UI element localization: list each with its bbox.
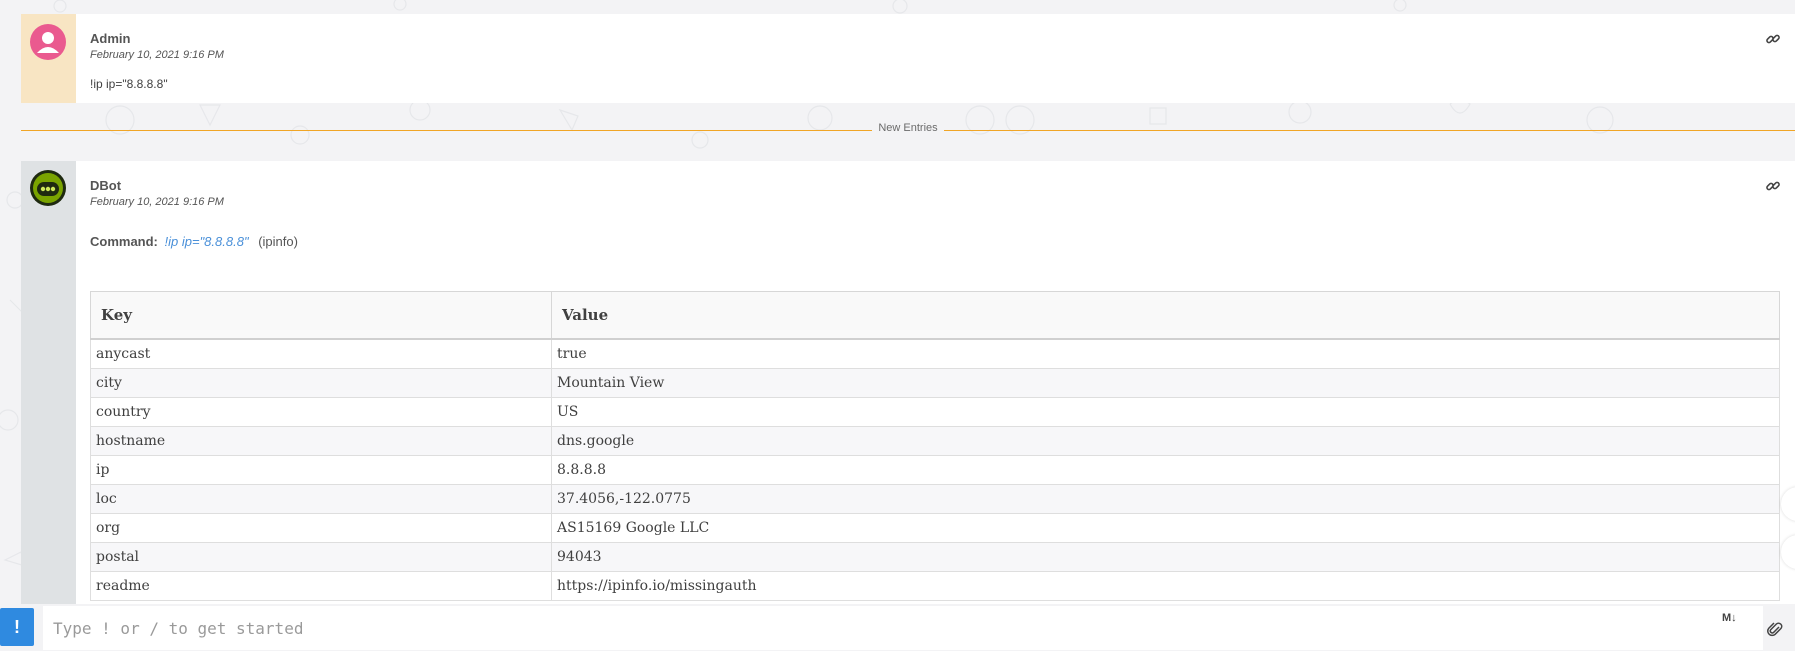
value-cell: AS15169 Google LLC (551, 513, 1780, 543)
column-header-key: Key (90, 291, 552, 340)
table-row: ip 8.8.8.8 (90, 455, 1780, 485)
command-input[interactable] (43, 606, 1763, 650)
entry-timestamp: February 10, 2021 9:16 PM (90, 196, 224, 208)
paperclip-icon[interactable] (1766, 620, 1784, 638)
value-cell: true (551, 338, 1780, 369)
entry-body: Admin February 10, 2021 9:16 PM !ip ip="… (76, 14, 1795, 103)
table-row: loc 37.4056,-122.0775 (90, 484, 1780, 514)
war-room-entry-dbot: DBot February 10, 2021 9:16 PM Command: … (21, 161, 1795, 604)
key-cell: anycast (90, 338, 552, 369)
key-cell: hostname (90, 426, 552, 456)
war-room-entry-admin: Admin February 10, 2021 9:16 PM !ip ip="… (21, 14, 1795, 103)
key-cell: city (90, 368, 552, 398)
key-cell: postal (90, 542, 552, 572)
value-cell: dns.google (551, 426, 1780, 456)
link-icon[interactable] (1765, 178, 1781, 194)
entry-author: Admin (90, 31, 131, 46)
key-cell: readme (90, 571, 552, 601)
entry-body: DBot February 10, 2021 9:16 PM Command: … (76, 161, 1795, 604)
command-label: Command: (90, 234, 158, 249)
table-row: country US (90, 397, 1780, 427)
entry-content: !ip ip="8.8.8.8" (90, 77, 168, 91)
entry-timestamp: February 10, 2021 9:16 PM (90, 49, 224, 61)
command-mode-button[interactable]: ! (0, 608, 34, 646)
new-entries-label: New Entries (0, 122, 1795, 134)
table-row: anycast true (90, 338, 1780, 369)
key-cell: loc (90, 484, 552, 514)
value-cell: 94043 (551, 542, 1780, 572)
table-header-row: Key Value (90, 291, 1780, 340)
command-link[interactable]: !ip ip="8.8.8.8" (165, 234, 249, 249)
value-cell: US (551, 397, 1780, 427)
key-cell: ip (90, 455, 552, 485)
key-cell: org (90, 513, 552, 543)
link-icon[interactable] (1765, 31, 1781, 47)
value-cell: https://ipinfo.io/missingauth (551, 571, 1780, 601)
entry-side-bar (21, 14, 76, 103)
user-avatar-icon (30, 24, 66, 60)
table-row: hostname dns.google (90, 426, 1780, 456)
new-entries-divider (21, 130, 1795, 131)
table-row: postal 94043 (90, 542, 1780, 572)
entry-side-bar (21, 161, 76, 604)
key-cell: country (90, 397, 552, 427)
table-row: org AS15169 Google LLC (90, 513, 1780, 543)
results-table: Key Value anycast true city Mountain View … (90, 291, 1780, 601)
value-cell: 37.4056,-122.0775 (551, 484, 1780, 514)
markdown-icon[interactable]: M↓ (1722, 612, 1737, 624)
bot-avatar-icon (30, 170, 66, 206)
column-header-value: Value (551, 291, 1780, 340)
table-row: city Mountain View (90, 368, 1780, 398)
integration-name: (ipinfo) (258, 234, 298, 249)
table-row: readme https://ipinfo.io/missingauth (90, 571, 1780, 601)
value-cell: Mountain View (551, 368, 1780, 398)
value-cell: 8.8.8.8 (551, 455, 1780, 485)
entry-author: DBot (90, 178, 122, 193)
command-line: Command: !ip ip="8.8.8.8" (ipinfo) (90, 234, 298, 249)
